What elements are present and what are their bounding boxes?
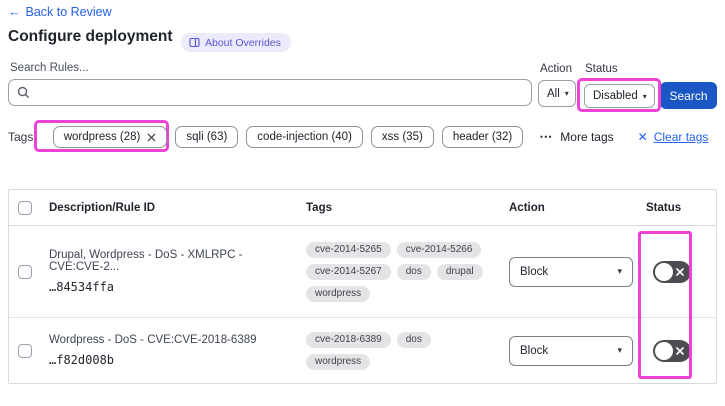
rule-tag-chip: cve-2014-5267 (306, 263, 391, 280)
action-select[interactable]: Block ▾ (509, 256, 633, 287)
action-filter-value: All (547, 87, 560, 100)
tag-pill-label: xss (35) (381, 131, 423, 143)
action-select-value: Block (520, 344, 549, 357)
action-select[interactable]: Block ▾ (509, 335, 633, 366)
clear-x-icon: ✕ (637, 130, 648, 144)
toggle-x-icon (675, 267, 685, 276)
rule-tag-chip: cve-2014-5265 (306, 241, 391, 258)
toggle-x-icon (675, 346, 685, 355)
back-arrow-icon: ← (8, 5, 21, 19)
rule-description: Drupal, Wordpress - DoS - XMLRPC - CVE:C… (49, 249, 243, 273)
column-header-tags[interactable]: Tags (299, 202, 499, 214)
rule-description: Wordpress - DoS - CVE:CVE-2018-6389 (49, 334, 257, 346)
tag-pill-header[interactable]: header (32) (441, 126, 524, 148)
configure-deployment-page: ← Back to Review Configure deployment Ab… (0, 0, 725, 406)
status-filter-dropdown[interactable]: Disabled ▾ (584, 84, 655, 108)
chevron-down-icon: ▾ (617, 345, 622, 355)
about-overrides-label: About Overrides (205, 36, 281, 49)
book-icon (189, 37, 200, 48)
page-title: Configure deployment (8, 28, 173, 45)
rule-id: …84534ffa (49, 280, 115, 294)
rule-tag-chip: wordpress (306, 353, 371, 370)
search-button[interactable]: Search (660, 82, 717, 109)
action-filter-dropdown[interactable]: All ▾ (538, 80, 576, 107)
rule-tags: cve-2014-5265 cve-2014-5266 cve-2014-526… (306, 241, 496, 302)
rules-table: Description/Rule ID Tags Action Status D… (8, 189, 717, 384)
more-tags-button[interactable]: ⋯ More tags (539, 129, 613, 145)
tag-pill-code-injection[interactable]: code-injection (40) (246, 126, 363, 148)
tags-label: Tags: (8, 130, 37, 144)
remove-tag-icon[interactable] (147, 133, 156, 142)
clear-tags-link[interactable]: ✕ Clear tags (638, 130, 709, 144)
tag-pill-label: code-injection (40) (257, 131, 352, 143)
ellipsis-icon: ⋯ (539, 129, 554, 144)
about-overrides-badge[interactable]: About Overrides (181, 33, 291, 52)
chevron-down-icon: ▾ (642, 91, 647, 101)
more-tags-label: More tags (560, 130, 614, 144)
select-all-checkbox[interactable] (18, 200, 32, 215)
tag-pill-xss[interactable]: xss (35) (370, 126, 434, 148)
tags-filter-bar: Tags: wordpress (28) sqli (63) code-inje… (8, 122, 708, 152)
toggle-knob (655, 341, 673, 360)
rule-tag-chip: drupal (436, 263, 483, 280)
search-rules-label: Search Rules... (10, 62, 89, 74)
chevron-down-icon: ▾ (564, 89, 569, 98)
row-checkbox[interactable] (18, 264, 32, 279)
tag-pill-label: header (32) (452, 131, 513, 143)
table-row: Wordpress - DoS - CVE:CVE-2018-6389 …f82… (9, 318, 716, 383)
clear-tags-label: Clear tags (653, 130, 709, 144)
column-header-description[interactable]: Description/Rule ID (49, 202, 299, 214)
rule-tag-chip: dos (396, 263, 431, 280)
rule-tags: cve-2018-6389 dos wordpress (306, 331, 496, 370)
rule-tag-chip: cve-2018-6389 (306, 331, 391, 348)
chevron-down-icon: ▾ (617, 266, 622, 276)
rule-tag-chip: wordpress (306, 285, 371, 302)
rule-tag-chip: dos (396, 331, 431, 348)
status-toggle-off[interactable] (653, 339, 691, 362)
tag-pill-label: sqli (63) (186, 131, 228, 143)
status-filter-label: Status (585, 63, 618, 75)
search-rules-box[interactable] (8, 79, 532, 106)
column-header-status[interactable]: Status (639, 202, 716, 214)
tag-pill-wordpress[interactable]: wordpress (28) (52, 126, 168, 148)
rule-id: …f82d008b (49, 353, 115, 367)
search-icon (17, 86, 30, 99)
status-filter-value: Disabled (593, 90, 638, 102)
tag-pill-label: wordpress (28) (63, 131, 141, 143)
back-link-label: Back to Review (25, 5, 112, 19)
row-checkbox[interactable] (18, 343, 32, 358)
back-to-review-link[interactable]: ← Back to Review (8, 5, 112, 19)
status-toggle-off[interactable] (653, 260, 691, 283)
toggle-knob (655, 262, 673, 281)
table-header-row: Description/Rule ID Tags Action Status (9, 190, 716, 226)
table-row: Drupal, Wordpress - DoS - XMLRPC - CVE:C… (9, 226, 716, 318)
rule-tag-chip: cve-2014-5266 (396, 241, 482, 258)
action-select-value: Block (520, 265, 549, 278)
search-rules-input[interactable] (36, 85, 523, 100)
column-header-action[interactable]: Action (499, 202, 639, 214)
tag-pill-sqli[interactable]: sqli (63) (175, 126, 239, 148)
action-filter-label: Action (540, 63, 572, 75)
